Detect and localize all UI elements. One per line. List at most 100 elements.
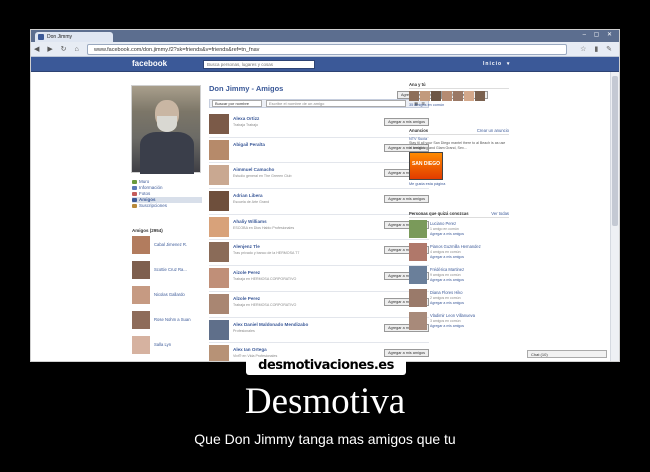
friend-search-input[interactable]: Escribe el nombre de un amigo: [266, 100, 406, 107]
left-friend-item[interactable]: Nicolas Gallardo: [132, 286, 202, 307]
left-friend-name: Nicolas Gallardo: [154, 292, 185, 297]
friends-list: Alexa Ortizz Trabaja Trabajo Agregar a mis…: [209, 112, 429, 361]
page-title: Don Jimmy - Amigos: [209, 84, 284, 93]
avatar: [132, 311, 150, 329]
friend-row: Alzole Perez Trabaja en HERMOSA CORPORATI…: [209, 292, 429, 318]
left-friend-item[interactable]: Rose Nohm a Suan: [132, 311, 202, 332]
ad-body: Stay til all your San Diego mantel there…: [409, 141, 506, 150]
friend-name[interactable]: Aizole Perez: [233, 270, 260, 275]
friend-subtitle: Tras privado y banco de la HERMOSA T7: [233, 251, 300, 256]
pym-add-link[interactable]: Agregar a mis amigos: [430, 301, 464, 305]
pym-item: Pianos Guzmilla Hernandez 4 amigos en com…: [409, 243, 509, 266]
pym-name[interactable]: Diana Flores Hiko: [430, 290, 463, 295]
pym-add-link[interactable]: Agregar a mis amigos: [430, 255, 464, 259]
friend-name[interactable]: Adrian Libera: [233, 193, 263, 198]
avatar[interactable]: [209, 268, 229, 289]
toolbar-icons[interactable]: ☆ ▮ ✎: [580, 45, 615, 53]
browser-tab-bar: Don Jimmy – ▢ ✕: [31, 30, 619, 42]
friend-row: Alexa Ortizz Trabaja Trabajo Agregar a mis…: [209, 112, 429, 138]
filter-dropdown[interactable]: Buscar por nombre: [212, 100, 262, 107]
pym-item: Vladimir Leon Villanueva 3 amigos en comú…: [409, 312, 509, 335]
browser-tab[interactable]: Don Jimmy: [35, 32, 113, 42]
avatar[interactable]: [209, 293, 229, 314]
friend-name[interactable]: Alenjenz Tle: [233, 244, 260, 249]
pym-item: Diana Flores Hiko 2 amigos en común Agrega…: [409, 289, 509, 312]
ad-image[interactable]: SAN DIEGO: [409, 152, 443, 180]
friend-row: Aizole Perez Trabaja en HERMOSA CORPORATI…: [209, 266, 429, 292]
pym-name[interactable]: Vladimir Leon Villanueva: [430, 313, 475, 318]
window-controls-icon[interactable]: – ▢ ✕: [583, 31, 615, 38]
avatar[interactable]: [409, 243, 427, 261]
friend-name[interactable]: Alex Daniel Maldonado Mendizabo: [233, 322, 308, 327]
pym-add-link[interactable]: Agregar a mis amigos: [430, 232, 464, 236]
avatar[interactable]: [409, 312, 427, 330]
friend-name[interactable]: Alzole Perez: [233, 296, 260, 301]
ads-title-label: Anuncios: [409, 128, 429, 133]
pym-name[interactable]: Pianos Guzmilla Hernandez: [430, 244, 481, 249]
add-friend-button[interactable]: Agregar a mis amigos: [384, 195, 429, 204]
scrollbar-thumb[interactable]: [612, 76, 618, 226]
friend-row: Alenjenz Tle Tras privado y banco de la H…: [209, 240, 429, 267]
add-friend-button[interactable]: Agregar a mis amigos: [384, 118, 429, 126]
page-scrollbar[interactable]: [610, 72, 619, 361]
avatar: [132, 261, 150, 279]
avatar[interactable]: [209, 242, 229, 263]
pym-add-link[interactable]: Agregar a mis amigos: [430, 324, 464, 328]
avatar[interactable]: [209, 345, 229, 361]
pym-name[interactable]: Luciano Perez: [430, 221, 456, 226]
left-nav-label: Información: [139, 185, 163, 190]
ad-like-link[interactable]: Me gusta esta página: [409, 182, 509, 186]
friend-name[interactable]: Ahaliy Williams: [233, 219, 267, 224]
left-friends-title[interactable]: Amigos (2954): [132, 228, 202, 233]
left-friend-item[interactable]: Freddie Fufo: [132, 361, 202, 362]
pym-add-link[interactable]: Agregar a mis amigos: [430, 278, 464, 282]
fb-nav-home[interactable]: Inicio ▾: [483, 61, 510, 67]
add-friend-button[interactable]: Agregar a mis amigos: [384, 349, 429, 358]
left-friend-item[interactable]: Scottie Cruz Ra...: [132, 261, 202, 282]
avatar[interactable]: [209, 216, 229, 237]
facebook-header: facebook Busca personas, lugares y cosas…: [31, 57, 619, 72]
avatar[interactable]: [209, 139, 229, 160]
left-nav-item[interactable]: Suscripciones: [132, 203, 202, 209]
nav-item-icon: [132, 204, 137, 208]
facebook-logo[interactable]: facebook: [132, 59, 167, 68]
pym-title-label: Personas que quizá conozcas: [409, 211, 469, 216]
left-friend-item[interactable]: Salla Lyn: [132, 336, 202, 357]
nav-item-icon: [132, 198, 137, 202]
avatar[interactable]: [209, 165, 229, 186]
pym-mutual: 4 amigos en común: [430, 250, 461, 254]
avatar[interactable]: [409, 289, 427, 307]
facebook-favicon-icon: [38, 34, 44, 40]
mutual-avatars[interactable]: [409, 91, 509, 101]
friend-row: Adrian Libera Escuela de Arte Grand Agrega…: [209, 189, 429, 215]
friend-name[interactable]: Alex Ian Ortega: [233, 347, 267, 352]
facebook-search-input[interactable]: Busca personas, lugares y cosas: [203, 60, 315, 69]
mutual-link[interactable]: 35 amigos en común: [409, 103, 509, 107]
left-friends-box: Amigos (2954) Cabal Jimenez R. Scottie Cr…: [132, 228, 202, 362]
friend-name[interactable]: Aimmuel Camacho: [233, 167, 274, 172]
pym-see-all[interactable]: Ver todas: [491, 211, 509, 216]
avatar: [132, 286, 150, 304]
avatar[interactable]: [209, 114, 229, 134]
left-friend-item[interactable]: Cabal Jimenez R.: [132, 236, 202, 257]
friend-name[interactable]: Alexa Ortizz: [233, 116, 259, 121]
friend-row: Alex Daniel Maldonado Mendizabo Profesion…: [209, 318, 429, 344]
nav-buttons-icon[interactable]: ◀ ▶ ↻ ⌂: [34, 45, 82, 53]
avatar[interactable]: [409, 266, 427, 284]
pym-name[interactable]: Frédérica Martinez: [430, 267, 464, 272]
friend-name[interactable]: Abigail Peralta: [233, 142, 265, 147]
create-ad-link[interactable]: Crear un anuncio: [477, 128, 509, 133]
photo-body: [140, 132, 194, 174]
address-bar[interactable]: www.facebook.com/don.jimmy.f2?sk=friends…: [87, 44, 567, 55]
chat-bar[interactable]: Chat (10): [527, 350, 607, 358]
avatar[interactable]: [209, 319, 229, 340]
avatar: [132, 361, 150, 362]
nav-item-icon: [132, 186, 137, 190]
people-you-may-know: Personas que quizá conozcas Ver todas Luc…: [409, 211, 509, 335]
brand-watermark: desmotivaciones.es: [246, 357, 406, 375]
avatar[interactable]: [409, 220, 427, 238]
avatar[interactable]: [209, 191, 229, 212]
profile-photo[interactable]: [131, 85, 201, 174]
pym-item: Frédérica Martinez 9 amigos en común Agreg…: [409, 266, 509, 289]
browser-toolbar: ◀ ▶ ↻ ⌂ www.facebook.com/don.jimmy.f2?sk…: [31, 42, 619, 57]
